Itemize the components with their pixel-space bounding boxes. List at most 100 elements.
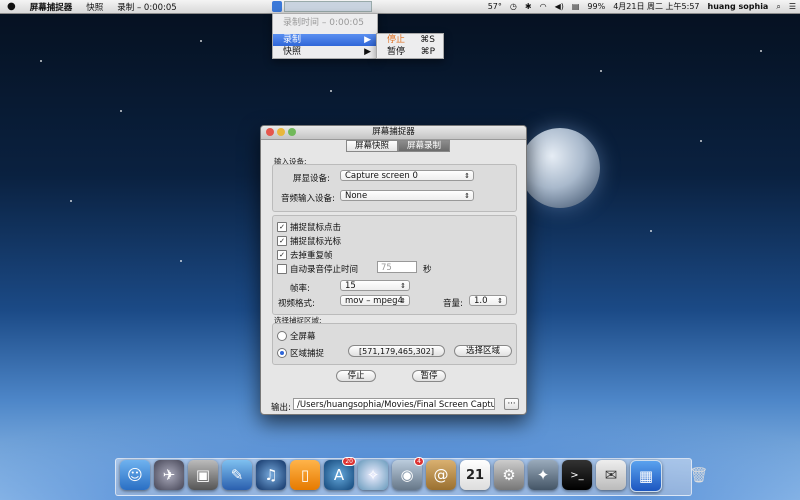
capture-click-checkbox[interactable]: ✓ 捕捉鼠标点击	[277, 221, 341, 233]
full-screen-radio[interactable]: 全屏幕	[277, 330, 316, 342]
safari-icon[interactable]: ✧	[358, 460, 388, 490]
contacts-icon[interactable]: @	[426, 460, 456, 490]
checkmark-icon: ✓	[277, 250, 287, 260]
battery-label[interactable]: 99%	[587, 2, 605, 11]
output-label: 输出:	[271, 403, 291, 413]
apple-menu-icon[interactable]: ●	[0, 1, 23, 12]
window-title: 屏幕捕捉器	[372, 127, 415, 137]
flag-icon[interactable]: ▤	[572, 2, 580, 11]
full-screen-label: 全屏幕	[290, 332, 316, 342]
close-icon[interactable]	[266, 128, 274, 136]
user-name[interactable]: huang sophia	[708, 2, 769, 11]
stop-button[interactable]: 停止	[336, 370, 376, 382]
screen-capture-window: 屏幕捕捉器 屏幕快照 屏幕录制 输入设备: 屏显设备: Capture scre…	[260, 125, 527, 415]
region-capture-radio[interactable]: 区域捕捉	[277, 347, 324, 359]
stop-menu-item[interactable]: 停止 ⌘S	[377, 34, 443, 46]
audio-device-popup[interactable]: None ⇕	[340, 190, 474, 201]
choose-area-button[interactable]: 选择区域	[454, 345, 512, 357]
auto-stop-checkbox[interactable]: 自动录音停止时间	[277, 263, 358, 275]
fps-label: 帧率:	[290, 284, 310, 294]
audio-level-meter	[284, 1, 372, 12]
audio-label: 音频输入设备:	[281, 194, 335, 204]
remove-dup-checkbox[interactable]: ✓ 去掉重复帧	[277, 249, 333, 261]
output-path-field[interactable]: /Users/huangsophia/Movies/Final Screen C…	[293, 398, 495, 410]
volume-popup[interactable]: 1.0 ⇕	[469, 295, 507, 306]
ibooks-icon[interactable]: ▯	[290, 460, 320, 490]
auto-stop-seconds-field[interactable]: 75	[377, 261, 417, 273]
recording-status-menu: 录制时间 – 0:00:05 录制 ▶ 快照 ▶	[272, 13, 378, 59]
record-menu[interactable]: 录制 – 0:00:05	[110, 1, 183, 13]
screen-capture-app-icon[interactable]: ▦	[630, 460, 662, 492]
mode-tabs: 屏幕快照 屏幕录制	[346, 140, 451, 152]
terminal-icon[interactable]: >_	[562, 460, 592, 490]
photo-booth-icon[interactable]: ▣	[188, 460, 218, 490]
format-label: 视频格式:	[278, 299, 315, 309]
menu-bar: ● 屏幕捕捉器 快照 录制 – 0:00:05 57° ◷ ✱ ◠ ◀) ▤ 9…	[0, 0, 800, 14]
record-indicator-icon	[272, 1, 282, 12]
area-group: 全屏幕 区域捕捉 [571,179,465,302] 选择区域	[272, 323, 517, 365]
app-menu[interactable]: 屏幕捕捉器	[23, 1, 80, 13]
zoom-icon[interactable]	[288, 128, 296, 136]
notification-icon[interactable]: ☰	[789, 2, 796, 11]
submenu-arrow-icon: ▶	[364, 47, 371, 57]
wifi-icon[interactable]: ◠	[540, 2, 547, 11]
stop-menu-label: 停止	[387, 35, 406, 45]
input-group: 屏显设备: Capture screen 0 ⇕ 音频输入设备: None ⇕	[272, 164, 517, 212]
volume-icon[interactable]: ◀)	[555, 2, 564, 11]
status-icon[interactable]: ◷	[510, 2, 517, 11]
display-device-popup[interactable]: Capture screen 0 ⇕	[340, 170, 474, 181]
facetime-icon[interactable]: ◉ 4	[392, 457, 424, 490]
temperature-label[interactable]: 57°	[488, 2, 502, 11]
record-submenu: 停止 ⌘S 暂停 ⌘P	[376, 33, 444, 59]
dock-icons: ☺ ✈ ▣ ✎ ♫ ▯ A 20 ✧ ◉ 4 @ 21 ⚙ ✦ >_ ✉ ▦ 🗑	[120, 457, 714, 492]
capture-click-label: 捕捉鼠标点击	[290, 223, 342, 233]
record-menu-label: 录制	[283, 35, 302, 45]
window-titlebar: 屏幕捕捉器	[261, 126, 526, 140]
recording-time-item: 录制时间 – 0:00:05	[283, 18, 364, 28]
region-capture-label: 区域捕捉	[290, 349, 325, 359]
tab-record[interactable]: 屏幕录制	[398, 140, 451, 152]
datetime-label[interactable]: 4月21日 周二 上午5:57	[613, 1, 699, 12]
snapshot-menu[interactable]: 快照	[79, 1, 110, 13]
calendar-icon[interactable]: 21	[460, 460, 490, 490]
popup-arrows-icon: ⇕	[400, 282, 406, 290]
format-popup[interactable]: mov – mpeg4 ⇕	[340, 295, 410, 306]
capture-cursor-label: 捕捉鼠标光标	[290, 237, 342, 247]
preview-icon[interactable]: ✉	[596, 460, 626, 490]
trash-icon[interactable]: 🗑	[684, 460, 714, 490]
pause-button[interactable]: 暂停	[412, 370, 446, 382]
audio-device-value: None	[345, 191, 368, 201]
remove-dup-label: 去掉重复帧	[290, 251, 333, 261]
record-menu-item[interactable]: 录制 ▶	[273, 34, 377, 46]
system-preferences-icon[interactable]: ⚙	[494, 460, 524, 490]
pause-menu-item[interactable]: 暂停 ⌘P	[377, 46, 443, 58]
finder-icon[interactable]: ☺	[120, 460, 150, 490]
launchpad-icon[interactable]: ✈	[154, 460, 184, 490]
region-value-field: [571,179,465,302]	[348, 345, 445, 357]
itunes-icon[interactable]: ♫	[256, 460, 286, 490]
app-store-icon[interactable]: A 20	[324, 457, 356, 490]
calendar-day: 21	[465, 467, 485, 483]
format-value: mov – mpeg4	[345, 296, 403, 306]
popup-arrows-icon: ⇕	[464, 172, 470, 180]
radio-off-icon	[277, 331, 287, 341]
recording-status-item[interactable]	[272, 1, 372, 12]
fps-popup[interactable]: 15 ⇕	[340, 280, 410, 291]
app-store-badge: 20	[342, 457, 356, 466]
capture-cursor-checkbox[interactable]: ✓ 捕捉鼠标光标	[277, 235, 341, 247]
checkmark-icon: ✓	[277, 222, 287, 232]
xcode-icon[interactable]: ✎	[222, 460, 252, 490]
search-icon[interactable]: ⌕	[776, 2, 780, 12]
network-utility-icon[interactable]: ✦	[528, 460, 558, 490]
minimize-icon[interactable]	[277, 128, 285, 136]
tab-snapshot[interactable]: 屏幕快照	[346, 140, 399, 152]
moon-image	[520, 128, 600, 208]
checkmark-icon: ✓	[277, 236, 287, 246]
fps-value: 15	[345, 281, 356, 291]
submenu-arrow-icon: ▶	[364, 35, 371, 45]
bluetooth-icon[interactable]: ✱	[525, 2, 532, 11]
browse-button[interactable]: ···	[504, 398, 519, 410]
volume-value: 1.0	[474, 296, 488, 306]
snapshot-menu-item[interactable]: 快照 ▶	[273, 46, 377, 58]
volume-label: 音量:	[443, 299, 463, 309]
